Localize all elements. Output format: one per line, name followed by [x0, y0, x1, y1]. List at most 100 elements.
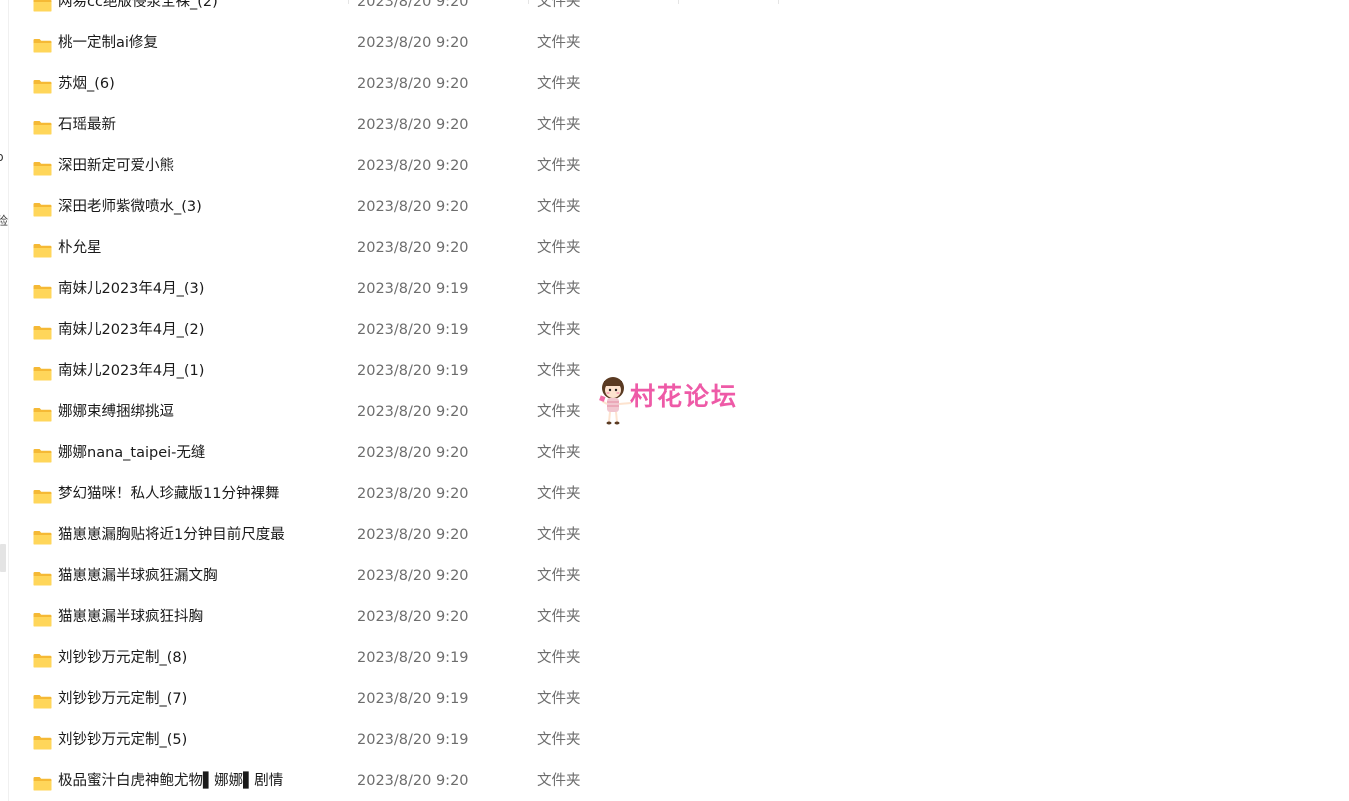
- file-type: 文件夹: [537, 0, 581, 10]
- file-row[interactable]: 石瑶最新 2023/8/20 9:20 文件夹: [22, 105, 782, 146]
- file-row[interactable]: 刘钞钞万元定制_(7) 2023/8/20 9:19 文件夹: [22, 679, 782, 720]
- navigation-pane[interactable]: , · , - p 险: [0, 0, 8, 801]
- modified-date: 2023/8/20 9:19: [357, 650, 469, 666]
- folder-icon: [33, 79, 52, 94]
- file-type: 文件夹: [537, 691, 581, 707]
- file-row[interactable]: 深田老师紫微喷水_(3) 2023/8/20 9:20 文件夹: [22, 187, 782, 228]
- file-name: 娜娜nana_taipei-无缝: [58, 445, 206, 461]
- file-name: 苏烟_(6): [58, 76, 115, 92]
- watermark-text: 村花论坛: [630, 382, 739, 411]
- file-type: 文件夹: [537, 568, 581, 584]
- file-type: 文件夹: [537, 322, 581, 338]
- file-explorer-window: , · , - p 险 网易cc绝版侵泉全裸_(2) 2023/8/20 9:20…: [0, 0, 1349, 801]
- file-type: 文件夹: [537, 732, 581, 748]
- modified-date: 2023/8/20 9:20: [357, 35, 469, 51]
- file-row[interactable]: 极品蜜汁白虎神鲍尤物▌娜娜▌剧情 2023/8/20 9:20 文件夹: [22, 761, 782, 801]
- modified-date: 2023/8/20 9:20: [357, 76, 469, 92]
- file-type: 文件夹: [537, 404, 581, 420]
- watermark: 村花论坛: [598, 374, 758, 430]
- file-name: 猫崽崽漏半球疯狂抖胸: [58, 609, 203, 625]
- file-type: 文件夹: [537, 445, 581, 461]
- file-type: 文件夹: [537, 486, 581, 502]
- file-name: 娜娜束缚捆绑挑逗: [58, 404, 174, 420]
- nav-item-fragment[interactable]: p: [0, 150, 4, 164]
- folder-icon: [33, 735, 52, 750]
- modified-date: 2023/8/20 9:20: [357, 240, 469, 256]
- modified-date: 2023/8/20 9:20: [357, 445, 469, 461]
- folder-icon: [33, 448, 52, 463]
- nav-item-fragment[interactable]: 险: [0, 212, 8, 229]
- file-type: 文件夹: [537, 773, 581, 789]
- modified-date: 2023/8/20 9:20: [357, 117, 469, 133]
- modified-date: 2023/8/20 9:20: [357, 404, 469, 420]
- folder-icon: [33, 694, 52, 709]
- modified-date: 2023/8/20 9:20: [357, 527, 469, 543]
- modified-date: 2023/8/20 9:20: [357, 199, 469, 215]
- file-row[interactable]: 南妹儿2023年4月_(3) 2023/8/20 9:19 文件夹: [22, 269, 782, 310]
- file-row[interactable]: 猫崽崽漏半球疯狂抖胸 2023/8/20 9:20 文件夹: [22, 597, 782, 638]
- file-row[interactable]: 猫崽崽漏半球疯狂漏文胸 2023/8/20 9:20 文件夹: [22, 556, 782, 597]
- file-name: 梦幻猫咪！私人珍藏版11分钟裸舞: [58, 486, 280, 502]
- file-name: 极品蜜汁白虎神鲍尤物▌娜娜▌剧情: [58, 773, 284, 789]
- file-name: 刘钞钞万元定制_(7): [58, 691, 188, 707]
- modified-date: 2023/8/20 9:19: [357, 322, 469, 338]
- file-row[interactable]: 刘钞钞万元定制_(8) 2023/8/20 9:19 文件夹: [22, 638, 782, 679]
- file-row[interactable]: 娜娜nana_taipei-无缝 2023/8/20 9:20 文件夹: [22, 433, 782, 474]
- nav-pane-scrollbar[interactable]: [0, 544, 6, 572]
- folder-icon: [33, 776, 52, 791]
- folder-icon: [33, 38, 52, 53]
- file-row[interactable]: 南妹儿2023年4月_(2) 2023/8/20 9:19 文件夹: [22, 310, 782, 351]
- folder-icon: [33, 407, 52, 422]
- modified-date: 2023/8/20 9:20: [357, 568, 469, 584]
- folder-icon: [33, 612, 52, 627]
- file-type: 文件夹: [537, 199, 581, 215]
- file-row[interactable]: 深田新定可爱小熊 2023/8/20 9:20 文件夹: [22, 146, 782, 187]
- file-name: 南妹儿2023年4月_(3): [58, 281, 205, 297]
- file-type: 文件夹: [537, 158, 581, 174]
- file-name: 南妹儿2023年4月_(1): [58, 363, 205, 379]
- file-type: 文件夹: [537, 363, 581, 379]
- file-name: 南妹儿2023年4月_(2): [58, 322, 205, 338]
- file-name: 网易cc绝版侵泉全裸_(2): [58, 0, 218, 10]
- file-row[interactable]: 梦幻猫咪！私人珍藏版11分钟裸舞 2023/8/20 9:20 文件夹: [22, 474, 782, 515]
- file-type: 文件夹: [537, 240, 581, 256]
- folder-icon: [33, 489, 52, 504]
- file-row[interactable]: 猫崽崽漏胸贴将近1分钟目前尺度最 2023/8/20 9:20 文件夹: [22, 515, 782, 556]
- folder-icon: [33, 161, 52, 176]
- file-type: 文件夹: [537, 76, 581, 92]
- folder-icon: [33, 571, 52, 586]
- file-name: 猫崽崽漏半球疯狂漏文胸: [58, 568, 218, 584]
- file-name: 刘钞钞万元定制_(8): [58, 650, 188, 666]
- file-row[interactable]: 网易cc绝版侵泉全裸_(2) 2023/8/20 9:20 文件夹: [22, 0, 782, 23]
- file-type: 文件夹: [537, 35, 581, 51]
- file-type: 文件夹: [537, 609, 581, 625]
- file-name: 深田老师紫微喷水_(3): [58, 199, 202, 215]
- file-name: 猫崽崽漏胸贴将近1分钟目前尺度最: [58, 527, 285, 543]
- modified-date: 2023/8/20 9:19: [357, 691, 469, 707]
- file-name: 桃一定制ai修复: [58, 35, 158, 51]
- file-row[interactable]: 朴允星 2023/8/20 9:20 文件夹: [22, 228, 782, 269]
- pane-splitter[interactable]: [8, 0, 9, 801]
- file-name: 深田新定可爱小熊: [58, 158, 174, 174]
- folder-icon: [33, 325, 52, 340]
- file-row[interactable]: 苏烟_(6) 2023/8/20 9:20 文件夹: [22, 64, 782, 105]
- girl-mascot-icon: [599, 377, 632, 425]
- file-row[interactable]: 桃一定制ai修复 2023/8/20 9:20 文件夹: [22, 23, 782, 64]
- file-type: 文件夹: [537, 117, 581, 133]
- file-name: 刘钞钞万元定制_(5): [58, 732, 188, 748]
- folder-icon: [33, 0, 52, 12]
- file-type: 文件夹: [537, 281, 581, 297]
- folder-icon: [33, 366, 52, 381]
- folder-icon: [33, 120, 52, 135]
- modified-date: 2023/8/20 9:20: [357, 773, 469, 789]
- modified-date: 2023/8/20 9:19: [357, 732, 469, 748]
- file-name: 朴允星: [58, 240, 102, 256]
- file-type: 文件夹: [537, 650, 581, 666]
- modified-date: 2023/8/20 9:20: [357, 486, 469, 502]
- modified-date: 2023/8/20 9:20: [357, 0, 469, 10]
- modified-date: 2023/8/20 9:19: [357, 363, 469, 379]
- folder-icon: [33, 530, 52, 545]
- modified-date: 2023/8/20 9:19: [357, 281, 469, 297]
- folder-icon: [33, 202, 52, 217]
- file-row[interactable]: 刘钞钞万元定制_(5) 2023/8/20 9:19 文件夹: [22, 720, 782, 761]
